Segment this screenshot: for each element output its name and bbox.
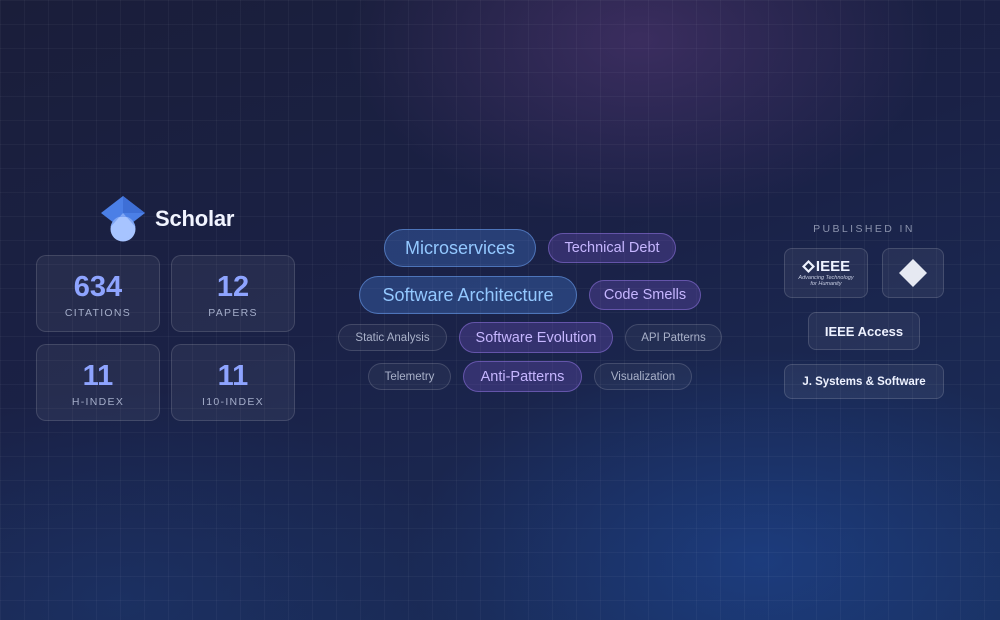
topic-tag-technical-debt: Technical Debt [548,233,676,263]
ieee-wordmark: IEEE [815,257,851,275]
citations-value: 634 [73,271,123,303]
papers-value: 12 [216,271,250,303]
topic-tag-static-analysis: Static Analysis [338,324,447,351]
topic-tag-api-patterns: API Patterns [625,324,722,351]
ieee-tagline-line-2: for Humanity [810,281,842,287]
google-scholar-icon [101,196,147,242]
venue-ieee-access: IEEE Access [808,312,920,350]
topic-tag-software-architecture: Software Architecture [359,276,577,314]
topic-tag-telemetry: Telemetry [368,363,451,390]
citations-label: CITATIONS [64,307,132,319]
ieee-diamond-icon [801,259,815,273]
elsevier-logo-box [882,248,944,298]
ieee-logo: IEEE Advancing Technology for Humanity [798,259,853,288]
published-in-heading: PUBLISHED IN [813,223,915,235]
topic-tag-code-smells: Code Smells [589,280,701,310]
topic-tag-anti-patterns: Anti-Patterns [463,361,582,392]
scholar-header: Scholar [101,196,234,242]
papers-label: PAPERS [208,307,258,319]
scholar-title: Scholar [155,206,235,231]
venue-jss: J. Systems & Software [784,364,944,399]
topic-tag-software-evolution: Software Evolution [459,322,613,353]
h-index-value: 11 [82,360,114,392]
i10-index-value: 11 [217,360,249,392]
papers-card: 12 PAPERS [171,255,295,332]
i10-index-card: 11 I10-INDEX [171,344,295,421]
diamond-icon [899,259,927,287]
topic-tag-microservices: Microservices [384,229,536,267]
topic-tag-visualization: Visualization [594,363,692,390]
citations-card: 634 CITATIONS [36,255,160,332]
ieee-logo-box: IEEE Advancing Technology for Humanity [784,248,868,298]
h-index-card: 11 H-INDEX [36,344,160,421]
venue-ieee-access-label: IEEE Access [824,323,904,339]
i10-index-label: I10-INDEX [202,396,264,408]
h-index-label: H-INDEX [71,396,125,408]
venue-jss-label: J. Systems & Software [802,375,926,388]
